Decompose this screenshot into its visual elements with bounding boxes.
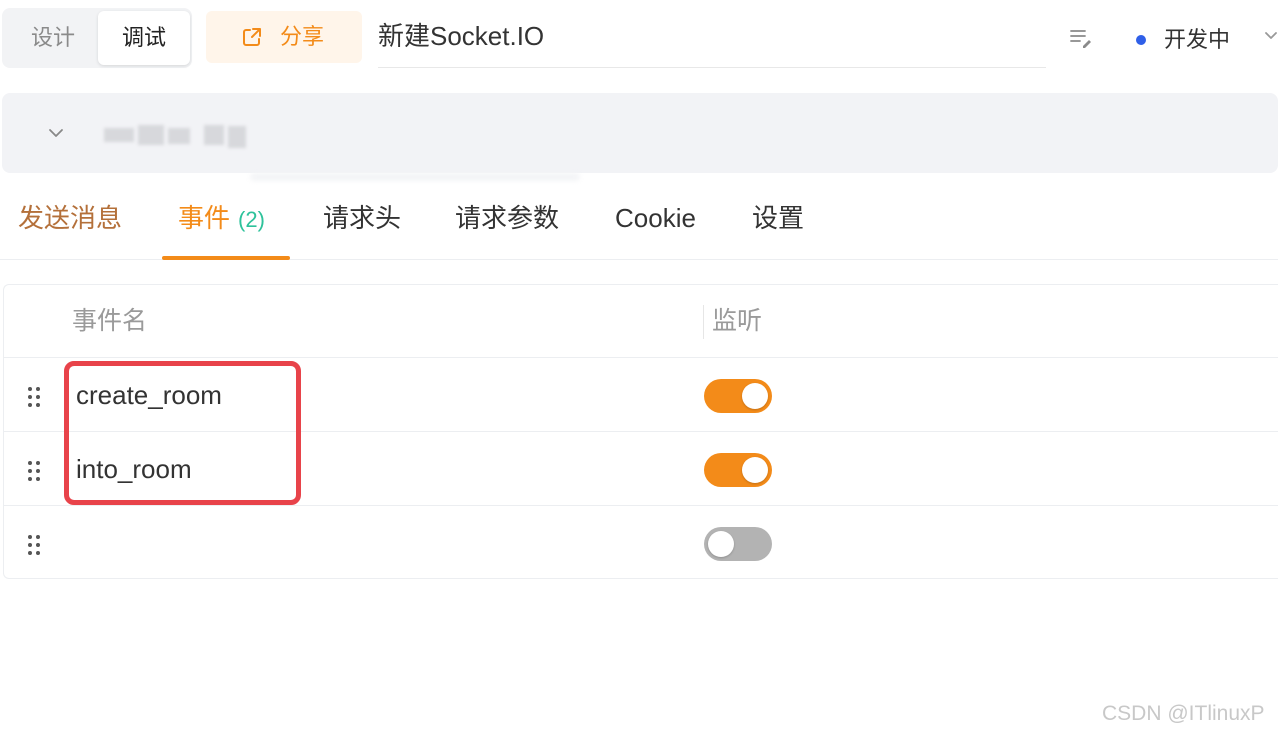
api-title-input[interactable]: 新建Socket.IO [378, 8, 1046, 68]
listen-toggle[interactable] [704, 379, 772, 413]
share-icon [243, 28, 261, 46]
table-row [4, 505, 1278, 579]
redacted-trail [250, 173, 580, 181]
chevron-down-icon[interactable] [1264, 28, 1278, 42]
active-tab-indicator [162, 256, 290, 260]
tab-send-message[interactable]: 发送消息 [18, 183, 122, 259]
tab-headers[interactable]: 请求头 [323, 183, 401, 259]
listen-toggle[interactable] [704, 453, 772, 487]
environment-status-dot [1136, 35, 1146, 45]
toggle-knob [742, 383, 768, 409]
tab-events-label: 事件 [178, 203, 231, 233]
tab-cookie[interactable]: Cookie [615, 183, 696, 259]
share-button[interactable]: 分享 [206, 11, 362, 63]
tab-events[interactable]: 事件 (2) [178, 183, 265, 259]
tab-params[interactable]: 请求参数 [455, 183, 559, 259]
drag-handle-icon[interactable] [26, 460, 42, 482]
environment-label: 开发中 [1164, 27, 1231, 52]
drag-handle-icon[interactable] [26, 386, 42, 408]
mode-design-button[interactable]: 设计 [8, 11, 98, 65]
annotation-highlight-box [64, 361, 301, 505]
listen-toggle[interactable] [704, 527, 772, 561]
edit-description-icon[interactable] [1069, 27, 1093, 49]
tab-settings[interactable]: 设置 [752, 183, 804, 259]
request-tabs: 发送消息 事件 (2) 请求头 请求参数 Cookie 设置 [0, 183, 1278, 260]
mode-switch: 设计 调试 [2, 8, 192, 68]
column-divider [703, 305, 704, 339]
mode-debug-button[interactable]: 调试 [98, 11, 190, 65]
tab-events-count: (2) [238, 207, 265, 232]
chevron-down-icon[interactable] [47, 126, 65, 140]
column-header-event-name: 事件名 [72, 307, 148, 335]
toggle-knob [742, 457, 768, 483]
redacted-url [104, 122, 246, 148]
drag-handle-icon[interactable] [26, 534, 42, 556]
toggle-knob [708, 531, 734, 557]
share-label: 分享 [280, 24, 325, 49]
watermark: CSDN @ITlinuxP [1102, 702, 1265, 725]
column-header-listen: 监听 [712, 307, 763, 335]
